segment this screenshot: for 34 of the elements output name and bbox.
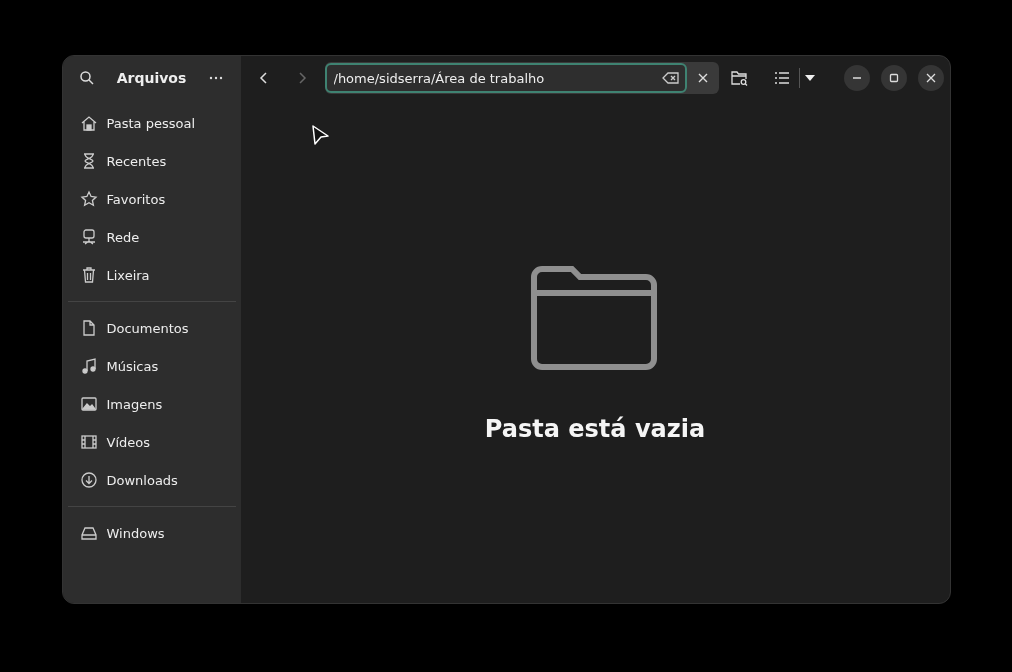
sidebar-item[interactable]: Imagens (67, 385, 236, 423)
home-icon (79, 114, 98, 132)
sidebar-item[interactable]: Documentos (67, 309, 236, 347)
sidebar-item[interactable]: Rede (67, 218, 236, 256)
sidebar-item[interactable]: Windows (67, 514, 236, 552)
list-icon (774, 72, 789, 84)
sidebar-item[interactable]: Músicas (67, 347, 236, 385)
location-field[interactable]: /home/sidserra/Área de trabalho (324, 63, 687, 93)
folder-icon (530, 265, 660, 371)
folder-search-icon (730, 70, 749, 86)
maximize-icon (888, 73, 899, 83)
empty-folder-message: Pasta está vazia (484, 415, 706, 443)
caret-icon (804, 75, 815, 81)
star-icon (79, 190, 98, 208)
maximize-button[interactable] (880, 65, 907, 91)
sidebar-item[interactable]: Favoritos (67, 180, 236, 218)
close-button[interactable] (917, 65, 944, 91)
sidebar-item[interactable]: Vídeos (67, 423, 236, 461)
video-icon (79, 433, 98, 451)
minimize-button[interactable] (843, 65, 870, 91)
app-title: Arquivos (116, 70, 187, 86)
close-icon (696, 72, 709, 84)
sidebar-item[interactable]: Lixeira (67, 256, 236, 294)
sidebar-item[interactable]: Recentes (67, 142, 236, 180)
sidebar-item[interactable]: Downloads (67, 461, 236, 499)
cursor-icon (310, 124, 331, 146)
sidebar-item[interactable]: Pasta pessoal (67, 104, 236, 142)
music-icon (79, 357, 98, 375)
download-icon (79, 471, 98, 489)
close-icon (925, 73, 936, 83)
search-icon (78, 70, 95, 86)
image-icon (79, 395, 98, 413)
drive-icon (79, 524, 98, 542)
backspace-icon (661, 71, 680, 85)
